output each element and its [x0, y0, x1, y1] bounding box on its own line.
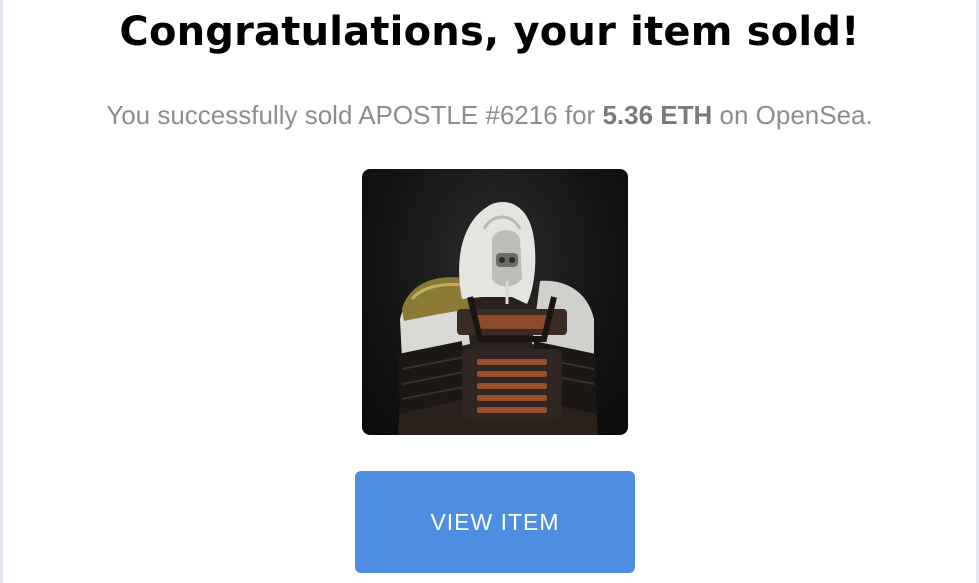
email-body: Congratulations, your item sold! You suc…: [0, 0, 979, 583]
sale-message: You successfully sold APOSTLE #6216 for …: [3, 100, 976, 131]
apostle-character-illustration: [398, 202, 598, 435]
view-item-button[interactable]: VIEW ITEM: [355, 471, 635, 573]
sale-message-suffix: on OpenSea.: [712, 100, 873, 130]
sale-message-prefix: You successfully sold APOSTLE #6216 for: [106, 100, 603, 130]
sale-amount: 5.36 ETH: [602, 100, 713, 130]
page-title: Congratulations, your item sold!: [119, 9, 860, 55]
nft-item-image[interactable]: [362, 169, 628, 435]
